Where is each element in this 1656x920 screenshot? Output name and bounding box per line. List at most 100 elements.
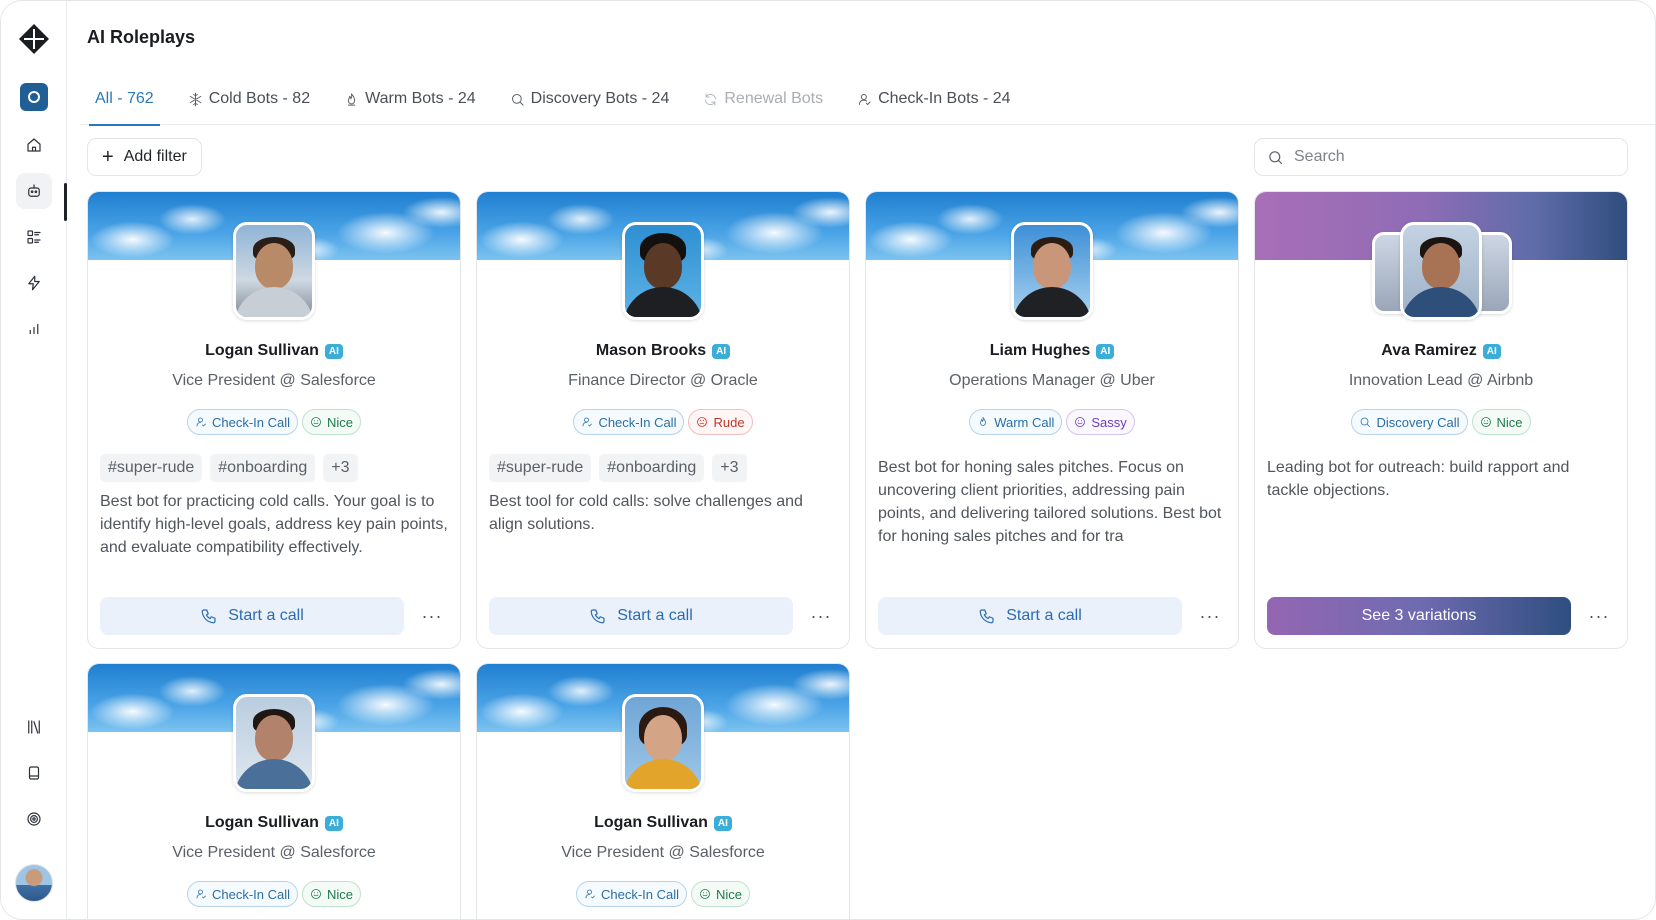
tab-label: Renewal Bots bbox=[724, 90, 824, 107]
tag[interactable]: #super-rude bbox=[489, 454, 592, 482]
chart-icon[interactable] bbox=[16, 311, 52, 347]
home-icon[interactable] bbox=[16, 127, 52, 163]
user-icon bbox=[585, 889, 595, 899]
start-call-button[interactable]: Start a call bbox=[100, 597, 404, 635]
tab-warm-bots[interactable]: Warm Bots - 24 bbox=[330, 73, 490, 125]
tab-check-in-bots[interactable]: Check-In Bots - 24 bbox=[843, 73, 1025, 125]
tag[interactable]: #onboarding bbox=[210, 454, 316, 482]
ai-badge: AI bbox=[1482, 343, 1501, 359]
bot-description: Best bot for honing sales pitches. Focus… bbox=[878, 459, 1222, 545]
phone-icon bbox=[201, 609, 216, 624]
tab-label: Check-In Bots - 24 bbox=[878, 90, 1011, 107]
more-options-button[interactable]: ··· bbox=[803, 597, 839, 635]
search-input[interactable] bbox=[1294, 148, 1594, 166]
user-avatar[interactable] bbox=[15, 864, 53, 902]
bot-card[interactable]: Logan Sullivan AI Vice President @ Salesf… bbox=[476, 663, 850, 919]
tab-cold-bots[interactable]: Cold Bots - 82 bbox=[174, 73, 324, 125]
bot-card[interactable]: Logan Sullivan AI Vice President @ Salesf… bbox=[87, 191, 461, 649]
bot-role: Finance Director @ Oracle bbox=[568, 372, 758, 389]
bot-icon[interactable] bbox=[16, 173, 52, 209]
smile-icon bbox=[311, 417, 321, 427]
mood-pill: Nice bbox=[302, 409, 362, 435]
logo-icon[interactable] bbox=[18, 23, 50, 55]
call-type-pill: Check-In Call bbox=[186, 409, 298, 435]
search-box[interactable] bbox=[1254, 138, 1628, 176]
ai-badge: AI bbox=[712, 343, 731, 359]
bot-description: Leading bot for outreach: build rapport … bbox=[1267, 459, 1570, 499]
refresh-icon bbox=[705, 92, 717, 106]
start-call-button[interactable]: Start a call bbox=[878, 597, 1182, 635]
dashboard-icon[interactable] bbox=[16, 219, 52, 255]
smile-icon bbox=[311, 889, 321, 899]
add-filter-label: Add filter bbox=[123, 148, 187, 165]
bot-description: Best bot for practicing cold calls. Your… bbox=[100, 493, 448, 556]
user-icon bbox=[583, 417, 593, 427]
see-variations-button[interactable]: See 3 variations bbox=[1267, 597, 1571, 635]
bot-name: Mason Brooks bbox=[595, 342, 707, 359]
smile-icon bbox=[700, 889, 710, 899]
mood-pill: Nice bbox=[302, 881, 362, 907]
bot-name: Logan Sullivan bbox=[205, 814, 319, 831]
user-icon bbox=[196, 889, 206, 899]
ai-badge: AI bbox=[324, 815, 343, 831]
bot-avatar bbox=[1011, 222, 1093, 320]
tag-more-count[interactable]: +3 bbox=[323, 454, 358, 482]
tab-discovery-bots[interactable]: Discovery Bots - 24 bbox=[496, 73, 684, 125]
bot-avatar bbox=[622, 222, 704, 320]
mood-pill: Rude bbox=[688, 409, 753, 435]
target-icon[interactable] bbox=[16, 801, 52, 837]
tag-more-count[interactable]: +3 bbox=[712, 454, 747, 482]
tab-renewal-bots[interactable]: Renewal Bots bbox=[689, 73, 837, 125]
search-icon bbox=[511, 93, 524, 106]
tab-label: Discovery Bots - 24 bbox=[530, 90, 670, 107]
bot-card[interactable]: Mason Brooks AI Finance Director @ Oracle… bbox=[476, 191, 850, 649]
phone-icon bbox=[979, 609, 994, 624]
call-type-pill: Check-In Call bbox=[573, 409, 685, 435]
page-title: AI Roleplays bbox=[87, 27, 196, 47]
bot-avatar bbox=[233, 222, 315, 320]
mood-pill: Nice bbox=[1471, 409, 1531, 435]
bot-name: Logan Sullivan bbox=[594, 814, 708, 831]
active-nav-indicator bbox=[64, 183, 67, 221]
tab-bar: All - 762 Cold Bots - 82 Warm Bots - 24 … bbox=[81, 73, 1655, 126]
user-icon bbox=[196, 417, 206, 427]
ai-badge: AI bbox=[1096, 343, 1115, 359]
call-type-pill: Check-In Call bbox=[186, 881, 298, 907]
angry-icon bbox=[697, 417, 708, 427]
bot-avatar bbox=[1400, 222, 1482, 320]
tab-label: All - 762 bbox=[95, 90, 154, 107]
call-type-pill: Warm Call bbox=[969, 409, 1063, 435]
more-options-button[interactable]: ··· bbox=[414, 597, 450, 635]
bot-role: Vice President @ Salesforce bbox=[172, 844, 376, 861]
more-options-button[interactable]: ··· bbox=[1192, 597, 1228, 635]
bot-card[interactable]: Logan Sullivan AI Vice President @ Salesf… bbox=[87, 663, 461, 919]
bolt-icon[interactable] bbox=[16, 265, 52, 301]
tab-all[interactable]: All - 762 bbox=[81, 73, 168, 126]
search-icon bbox=[1361, 417, 1371, 427]
more-options-button[interactable]: ··· bbox=[1581, 597, 1617, 635]
bot-role: Operations Manager @ Uber bbox=[949, 372, 1155, 389]
bot-card-variations[interactable]: Ava Ramirez AI Innovation Lead @ Airbnb D… bbox=[1254, 191, 1628, 649]
bot-avatar bbox=[622, 694, 704, 792]
search-icon bbox=[1269, 150, 1283, 164]
plus-icon: + bbox=[102, 146, 114, 168]
call-type-pill: Check-In Call bbox=[575, 881, 687, 907]
app-window: AI Roleplays All - 762 Cold Bots - 82 Wa… bbox=[0, 0, 1656, 920]
workspace-icon[interactable] bbox=[20, 83, 48, 111]
start-call-button[interactable]: Start a call bbox=[489, 597, 793, 635]
tab-label: Cold Bots - 82 bbox=[208, 90, 311, 107]
book-icon[interactable] bbox=[16, 755, 52, 791]
library-icon[interactable] bbox=[16, 709, 52, 745]
bot-description: Best tool for cold calls: solve challeng… bbox=[489, 493, 803, 533]
bot-card[interactable]: Liam Hughes AI Operations Manager @ Uber … bbox=[865, 191, 1239, 649]
phone-icon bbox=[590, 609, 605, 624]
fire-icon bbox=[980, 417, 987, 426]
mood-pill: Sassy bbox=[1066, 409, 1135, 435]
tag[interactable]: #super-rude bbox=[100, 454, 203, 482]
bot-role: Vice President @ Salesforce bbox=[172, 372, 376, 389]
mood-pill: Nice bbox=[691, 881, 751, 907]
ai-badge: AI bbox=[324, 343, 343, 359]
bot-name: Ava Ramirez bbox=[1381, 342, 1477, 359]
tag[interactable]: #onboarding bbox=[599, 454, 705, 482]
add-filter-button[interactable]: + Add filter bbox=[87, 138, 202, 176]
